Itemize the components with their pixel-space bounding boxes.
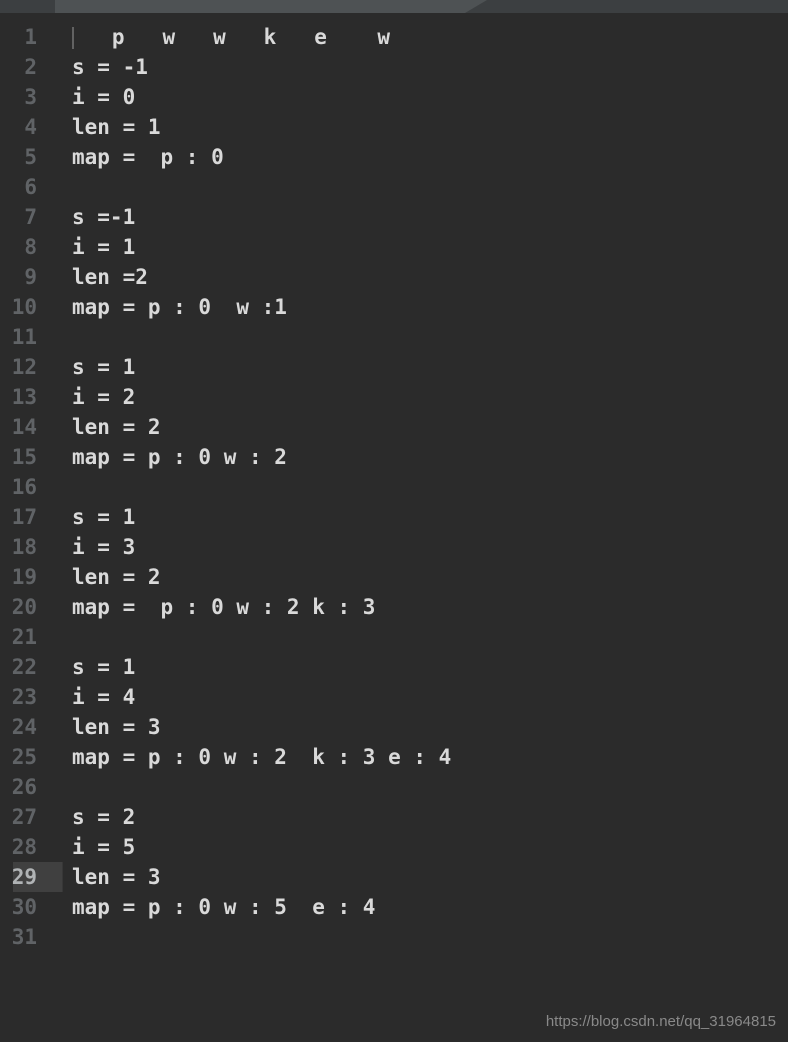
code-line[interactable]: len = 2 bbox=[48, 562, 788, 592]
line-number: 14 bbox=[0, 412, 47, 442]
code-line[interactable]: map = p : 0 w :1 bbox=[48, 292, 788, 322]
code-line[interactable]: s =-1 bbox=[48, 202, 788, 232]
code-line[interactable]: map = p : 0 w : 5 e : 4 bbox=[48, 892, 788, 922]
code-text: i = 5 bbox=[72, 835, 135, 859]
code-text: map = p : 0 w : 2 k : 3 e : 4 bbox=[72, 745, 451, 769]
line-number: 13 bbox=[0, 382, 47, 412]
code-text: i = 4 bbox=[72, 685, 135, 709]
line-number: 22 bbox=[0, 652, 47, 682]
line-number: 31 bbox=[0, 922, 47, 952]
line-number: 10 bbox=[0, 292, 47, 322]
code-line[interactable]: len = 1 bbox=[48, 112, 788, 142]
code-line[interactable]: map = p : 0 w : 2 bbox=[48, 442, 788, 472]
line-number: 3 bbox=[0, 82, 47, 112]
code-text: s = -1 bbox=[72, 55, 148, 79]
code-text: s = 1 bbox=[72, 355, 135, 379]
code-text: map = p : 0 bbox=[72, 145, 224, 169]
code-line[interactable]: i = 2 bbox=[48, 382, 788, 412]
code-line[interactable]: map = p : 0 w : 2 k : 3 e : 4 bbox=[48, 742, 788, 772]
line-number: 21 bbox=[0, 622, 47, 652]
code-line[interactable]: i = 4 bbox=[48, 682, 788, 712]
line-number: 5 bbox=[0, 142, 47, 172]
line-number: 17 bbox=[0, 502, 47, 532]
code-text: len = 2 bbox=[72, 565, 161, 589]
line-number: 27 bbox=[0, 802, 47, 832]
code-line[interactable] bbox=[48, 472, 788, 502]
line-number: 2 bbox=[0, 52, 47, 82]
code-line[interactable]: len = 2 bbox=[48, 412, 788, 442]
code-line[interactable] bbox=[48, 622, 788, 652]
code-line[interactable]: s = 1 bbox=[48, 352, 788, 382]
code-text: s = 1 bbox=[72, 655, 135, 679]
code-line[interactable] bbox=[48, 322, 788, 352]
line-number: 16 bbox=[0, 472, 47, 502]
line-number: 1 bbox=[0, 22, 47, 52]
line-number: 23 bbox=[0, 682, 47, 712]
code-line[interactable] bbox=[48, 772, 788, 802]
line-number: 18 bbox=[0, 532, 47, 562]
line-number: 24 bbox=[0, 712, 47, 742]
code-line[interactable]: s = 2 bbox=[48, 802, 788, 832]
code-text: map = p : 0 w : 5 e : 4 bbox=[72, 895, 375, 919]
active-line-highlight bbox=[13, 862, 63, 892]
code-line[interactable]: s = -1 bbox=[48, 52, 788, 82]
line-number: 9 bbox=[0, 262, 47, 292]
code-line[interactable]: len = 3 bbox=[48, 862, 788, 892]
code-text: map = p : 0 w : 2 bbox=[72, 445, 287, 469]
code-line[interactable]: len =2 bbox=[48, 262, 788, 292]
line-number: 8 bbox=[0, 232, 47, 262]
code-text: i = 2 bbox=[72, 385, 135, 409]
line-number: 7 bbox=[0, 202, 47, 232]
editor-tab[interactable] bbox=[55, 0, 465, 13]
code-text: i = 1 bbox=[72, 235, 135, 259]
code-text: len = 3 bbox=[72, 865, 161, 889]
code-text: i = 0 bbox=[72, 85, 135, 109]
line-number: 11 bbox=[0, 322, 47, 352]
watermark-text: https://blog.csdn.net/qq_31964815 bbox=[546, 1013, 776, 1030]
code-line[interactable] bbox=[48, 172, 788, 202]
code-line[interactable]: i = 3 bbox=[48, 532, 788, 562]
code-text: i = 3 bbox=[72, 535, 135, 559]
code-editor[interactable]: 1234567891011121314151617181920212223242… bbox=[0, 13, 788, 1042]
line-number: 12 bbox=[0, 352, 47, 382]
code-text: len = 1 bbox=[72, 115, 161, 139]
code-line[interactable]: i = 1 bbox=[48, 232, 788, 262]
line-number: 15 bbox=[0, 442, 47, 472]
code-area[interactable]: p w w k e w s = -1 i = 0 len = 1 map = p : 0… bbox=[48, 13, 788, 1042]
code-line[interactable]: s = 1 bbox=[48, 652, 788, 682]
code-line[interactable] bbox=[48, 922, 788, 952]
line-number: 26 bbox=[0, 772, 47, 802]
code-line[interactable]: map = p : 0 w : 2 k : 3 bbox=[48, 592, 788, 622]
code-text: s = 1 bbox=[72, 505, 135, 529]
code-text: s =-1 bbox=[72, 205, 135, 229]
line-number: 6 bbox=[0, 172, 47, 202]
code-line[interactable]: s = 1 bbox=[48, 502, 788, 532]
code-line[interactable]: i = 5 bbox=[48, 832, 788, 862]
line-number: 20 bbox=[0, 592, 47, 622]
code-text: len = 2 bbox=[72, 415, 161, 439]
code-text: len = 3 bbox=[72, 715, 161, 739]
code-line[interactable]: len = 3 bbox=[48, 712, 788, 742]
code-text: map = p : 0 w :1 bbox=[72, 295, 287, 319]
tab-bar bbox=[0, 0, 788, 13]
line-number: 25 bbox=[0, 742, 47, 772]
line-number: 30 bbox=[0, 892, 47, 922]
code-line[interactable]: i = 0 bbox=[48, 82, 788, 112]
code-text: p w w k e w bbox=[74, 25, 390, 49]
code-text: map = p : 0 w : 2 k : 3 bbox=[72, 595, 375, 619]
code-line[interactable]: p w w k e w bbox=[48, 22, 788, 52]
code-line[interactable]: map = p : 0 bbox=[48, 142, 788, 172]
code-text: len =2 bbox=[72, 265, 148, 289]
line-number: 28 bbox=[0, 832, 47, 862]
line-number: 4 bbox=[0, 112, 47, 142]
line-number: 19 bbox=[0, 562, 47, 592]
code-text: s = 2 bbox=[72, 805, 135, 829]
